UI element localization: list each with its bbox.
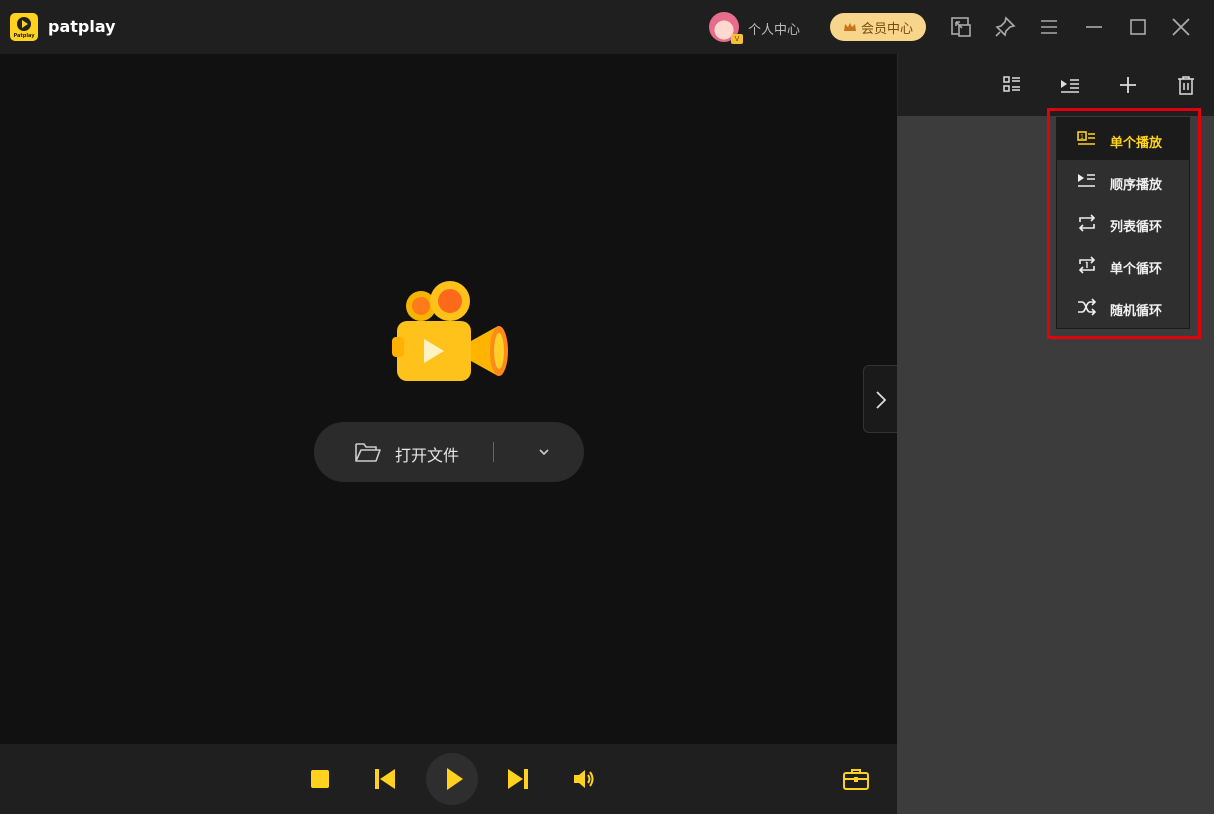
menu-item-sequential-play[interactable]: 顺序播放 [1057, 160, 1189, 202]
menu-item-label: 单个播放 [1110, 136, 1163, 151]
previous-icon[interactable] [371, 765, 399, 793]
svg-text:1: 1 [1080, 134, 1084, 141]
play-mode-menu: 1 单个播放 顺序播放 列表循环 单个循环 随机循环 [1056, 117, 1190, 329]
vip-center-button[interactable]: 会员中心 [830, 13, 926, 41]
single-loop-icon [1078, 256, 1096, 274]
title-bar: Patplay patplay V 个人中心 会员中心 [0, 0, 1214, 54]
mini-mode-icon[interactable] [948, 14, 974, 40]
menu-item-single-loop[interactable]: 单个循环 [1057, 244, 1189, 286]
menu-item-label: 顺序播放 [1110, 178, 1163, 193]
menu-icon[interactable] [1036, 14, 1062, 40]
vip-center-label: 会员中心 [860, 21, 913, 37]
list-view-icon[interactable] [1001, 74, 1023, 96]
video-area[interactable] [0, 54, 897, 744]
crown-icon [843, 22, 856, 31]
menu-item-single-play[interactable]: 1 单个播放 [1057, 118, 1189, 160]
playback-controls [0, 744, 897, 814]
playlist-toolbar [897, 54, 1214, 116]
add-icon[interactable] [1117, 74, 1139, 96]
app-logo-text: Patplay [13, 33, 35, 39]
menu-item-label: 随机循环 [1110, 304, 1163, 319]
user-center-link[interactable]: 个人中心 [748, 19, 800, 38]
volume-icon[interactable] [570, 765, 598, 793]
stop-icon[interactable] [306, 765, 334, 793]
chevron-down-icon[interactable] [536, 444, 552, 460]
open-file-button[interactable]: 打开文件 [314, 422, 584, 482]
sequential-play-icon [1078, 174, 1095, 187]
play-button[interactable] [426, 753, 478, 805]
vip-level-badge: V [731, 34, 743, 44]
avatar[interactable]: V [709, 12, 743, 44]
open-file-label: 打开文件 [395, 446, 460, 465]
pin-icon[interactable] [992, 14, 1018, 40]
folder-icon [355, 443, 381, 462]
app-title: patplay [48, 17, 116, 36]
single-play-icon: 1 [1077, 131, 1095, 145]
close-icon[interactable] [1168, 14, 1194, 40]
play-icon [447, 768, 463, 790]
next-icon[interactable] [504, 765, 532, 793]
playlist-toggle-button[interactable] [863, 365, 897, 433]
menu-item-shuffle[interactable]: 随机循环 [1057, 286, 1189, 328]
toolbox-icon[interactable] [842, 765, 870, 793]
video-camera-illustration [392, 281, 508, 381]
app-logo: Patplay [10, 13, 38, 41]
chevron-right-icon [876, 391, 887, 409]
menu-item-label: 列表循环 [1110, 220, 1163, 235]
play-mode-icon[interactable] [1059, 74, 1081, 96]
menu-item-list-loop[interactable]: 列表循环 [1057, 202, 1189, 244]
minimize-icon[interactable] [1081, 14, 1107, 40]
delete-icon[interactable] [1175, 74, 1197, 96]
divider [493, 442, 494, 462]
list-loop-icon [1078, 214, 1096, 232]
maximize-icon[interactable] [1125, 14, 1151, 40]
shuffle-icon [1078, 298, 1097, 316]
menu-item-label: 单个循环 [1110, 262, 1163, 277]
